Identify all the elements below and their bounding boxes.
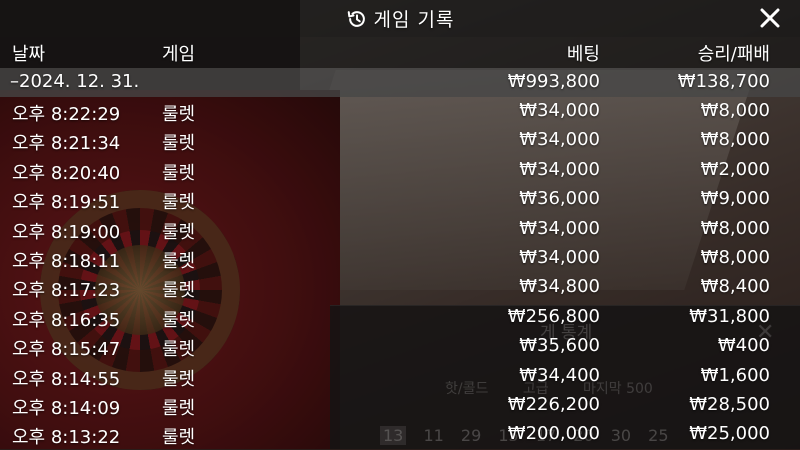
row-bet: ₩34,000 bbox=[519, 129, 600, 151]
row-time: 오후 8:13:22 bbox=[12, 427, 121, 449]
row-bet: ₩34,000 bbox=[519, 100, 600, 121]
row-time: 오후 8:14:55 bbox=[12, 368, 121, 390]
row-time: 오후 8:15:47 bbox=[12, 339, 121, 361]
column-header-win-loss: 승리/패배 bbox=[697, 44, 770, 65]
row-time: 오후 8:18:11 bbox=[12, 250, 121, 272]
summary-bet: ₩993,800 bbox=[507, 71, 600, 92]
title-group: 게임 기록 bbox=[346, 5, 455, 32]
table-row[interactable]: 오후 8:19:00 룰렛 ₩34,000 ₩8,000 bbox=[0, 215, 800, 244]
row-bet: ₩34,800 bbox=[519, 276, 600, 298]
row-bet: ₩256,800 bbox=[507, 305, 600, 327]
row-bet: ₩34,000 bbox=[519, 217, 600, 239]
history-rows: 오후 8:22:29 룰렛 ₩34,000 ₩8,000 오후 8:21:34 … bbox=[0, 97, 800, 450]
row-win-loss: ₩400 bbox=[717, 335, 770, 357]
column-header-bet: 베팅 bbox=[566, 44, 600, 65]
summary-date: –2024. 12. 31. bbox=[10, 71, 140, 92]
row-bet: ₩34,000 bbox=[519, 246, 600, 268]
table-row[interactable]: 오후 8:18:11 룰렛 ₩34,000 ₩8,000 bbox=[0, 244, 800, 273]
row-time: 오후 8:16:35 bbox=[12, 309, 121, 331]
row-win-loss: ₩28,500 bbox=[689, 393, 770, 415]
row-bet: ₩226,200 bbox=[507, 393, 600, 415]
row-win-loss: ₩9,000 bbox=[700, 188, 770, 210]
table-row[interactable]: 오후 8:19:51 룰렛 ₩36,000 ₩9,000 bbox=[0, 185, 800, 214]
summary-win-loss: ₩138,700 bbox=[677, 71, 770, 92]
row-time: 오후 8:19:00 bbox=[12, 221, 121, 243]
close-button[interactable] bbox=[758, 6, 782, 30]
panel-titlebar: 게임 기록 bbox=[0, 0, 800, 37]
row-game: 룰렛 bbox=[162, 192, 196, 214]
table-row[interactable]: 오후 8:15:47 룰렛 ₩35,600 ₩400 bbox=[0, 332, 800, 361]
row-game: 룰렛 bbox=[162, 104, 196, 125]
table-row[interactable]: 오후 8:14:09 룰렛 ₩226,200 ₩28,500 bbox=[0, 391, 800, 420]
game-history-panel: 게임 기록 날짜 게임 베팅 승리/패배 –2024. 12. 31. ₩993… bbox=[0, 0, 800, 449]
row-win-loss: ₩8,400 bbox=[700, 276, 770, 298]
row-win-loss: ₩25,000 bbox=[689, 423, 770, 445]
table-row[interactable]: 오후 8:20:40 룰렛 ₩34,000 ₩2,000 bbox=[0, 156, 800, 185]
row-game: 룰렛 bbox=[162, 221, 196, 243]
column-header-date: 날짜 bbox=[12, 44, 46, 65]
table-row[interactable]: 오후 8:21:34 룰렛 ₩34,000 ₩8,000 bbox=[0, 126, 800, 155]
row-bet: ₩35,600 bbox=[519, 335, 600, 357]
row-game: 룰렛 bbox=[162, 280, 196, 302]
row-game: 룰렛 bbox=[162, 250, 196, 272]
row-time: 오후 8:20:40 bbox=[12, 162, 121, 184]
row-time: 오후 8:14:09 bbox=[12, 397, 121, 419]
row-time: 오후 8:21:34 bbox=[12, 133, 121, 155]
row-time: 오후 8:17:23 bbox=[12, 280, 121, 302]
row-game: 룰렛 bbox=[162, 368, 196, 390]
close-icon bbox=[760, 8, 780, 28]
table-row[interactable]: 오후 8:13:22 룰렛 ₩200,000 ₩25,000 bbox=[0, 420, 800, 449]
row-game: 룰렛 bbox=[162, 309, 196, 331]
row-win-loss: ₩2,000 bbox=[700, 158, 770, 180]
row-game: 룰렛 bbox=[162, 427, 196, 449]
date-summary-row[interactable]: –2024. 12. 31. ₩993,800 ₩138,700 bbox=[0, 68, 800, 97]
row-win-loss: ₩8,000 bbox=[700, 217, 770, 239]
row-bet: ₩34,400 bbox=[519, 364, 600, 386]
table-row[interactable]: 오후 8:16:35 룰렛 ₩256,800 ₩31,800 bbox=[0, 303, 800, 332]
table-row[interactable]: 오후 8:17:23 룰렛 ₩34,800 ₩8,400 bbox=[0, 273, 800, 302]
row-game: 룰렛 bbox=[162, 339, 196, 361]
row-bet: ₩34,000 bbox=[519, 158, 600, 180]
row-time: 오후 8:22:29 bbox=[12, 104, 121, 125]
column-header-game: 게임 bbox=[162, 44, 196, 65]
panel-title: 게임 기록 bbox=[373, 9, 455, 31]
row-win-loss: ₩31,800 bbox=[689, 305, 770, 327]
table-header: 날짜 게임 베팅 승리/패배 bbox=[0, 37, 800, 68]
row-win-loss: ₩1,600 bbox=[700, 364, 770, 386]
row-win-loss: ₩8,000 bbox=[700, 129, 770, 151]
row-bet: ₩200,000 bbox=[507, 423, 600, 445]
row-game: 룰렛 bbox=[162, 397, 196, 419]
history-icon bbox=[346, 8, 368, 30]
row-bet: ₩36,000 bbox=[519, 188, 600, 210]
row-win-loss: ₩8,000 bbox=[700, 100, 770, 121]
row-game: 룰렛 bbox=[162, 162, 196, 184]
table-row[interactable]: 오후 8:22:29 룰렛 ₩34,000 ₩8,000 bbox=[0, 97, 800, 126]
row-win-loss: ₩8,000 bbox=[700, 246, 770, 268]
table-row[interactable]: 오후 8:14:55 룰렛 ₩34,400 ₩1,600 bbox=[0, 362, 800, 391]
row-time: 오후 8:19:51 bbox=[12, 192, 121, 214]
row-game: 룰렛 bbox=[162, 133, 196, 155]
